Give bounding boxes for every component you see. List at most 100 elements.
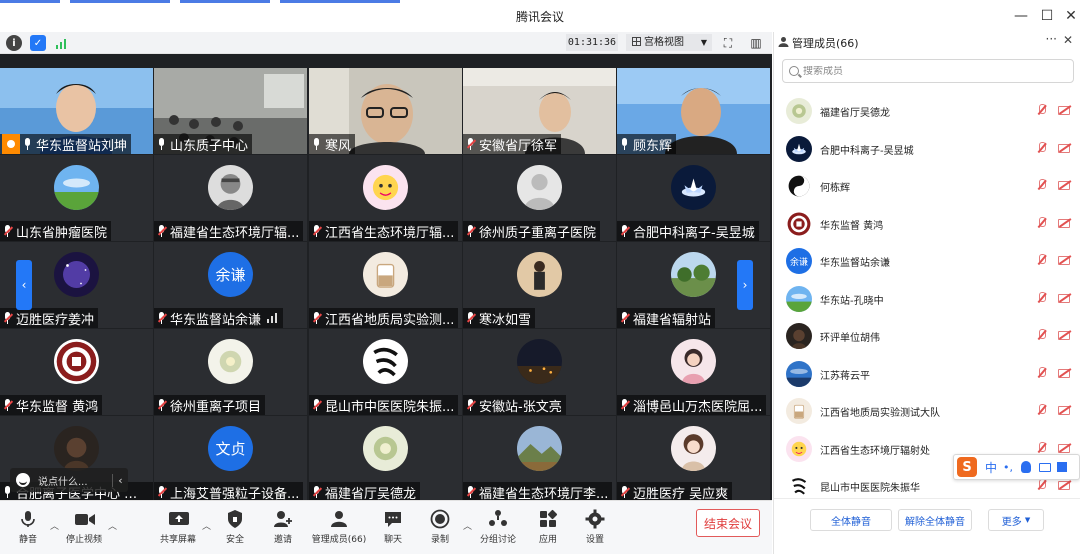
mute-button[interactable]: 静音	[0, 509, 56, 549]
emoji-icon[interactable]	[16, 473, 30, 487]
panel-toggle-icon[interactable]: ▥	[748, 35, 764, 51]
avatar	[363, 339, 408, 384]
participant-tile[interactable]: 文贞 上海艾普强粒子设备...	[154, 416, 307, 502]
participant-tile[interactable]: 福建省生态环境厅辐...	[154, 155, 307, 241]
unmute-all-button[interactable]: 解除全体静音	[898, 509, 972, 531]
info-icon[interactable]: i	[6, 35, 22, 51]
microphone-muted-icon[interactable]	[1036, 103, 1048, 117]
camera-off-icon[interactable]	[1058, 292, 1072, 303]
next-page-button[interactable]: ›	[737, 260, 753, 310]
member-row[interactable]: 何栋辉	[774, 167, 1074, 204]
member-row[interactable]: 合肥中科离子-吴昱城	[774, 130, 1074, 167]
participant-tile[interactable]: 淄博邑山万杰医院屈...	[617, 329, 770, 415]
members-button[interactable]: 管理成员(66)	[310, 509, 368, 549]
camera-off-icon[interactable]	[1058, 179, 1072, 190]
participant-tile[interactable]: 福建省生态环境厅李...	[463, 416, 616, 502]
microphone-muted-icon[interactable]	[1036, 253, 1048, 267]
record-button[interactable]: 录制	[412, 509, 468, 549]
search-input[interactable]	[803, 65, 1053, 77]
camera-off-icon[interactable]	[1058, 254, 1072, 265]
camera-off-icon[interactable]	[1058, 329, 1072, 340]
camera-off-icon[interactable]	[1058, 479, 1072, 490]
microphone-muted-icon[interactable]	[1036, 441, 1048, 455]
participant-tile[interactable]: 安徽站-张文亮	[463, 329, 616, 415]
participant-tile[interactable]: 昆山市中医医院朱振...	[309, 329, 462, 415]
microphone-muted-icon[interactable]	[1036, 291, 1048, 305]
chat-quick-input[interactable]: 说点什么... ‹	[10, 468, 128, 492]
participant-tile[interactable]: 山东质子中心	[154, 68, 307, 154]
minimize-button[interactable]: —	[1008, 4, 1034, 28]
camera-off-icon[interactable]	[1058, 142, 1072, 153]
voice-input-icon[interactable]	[1021, 461, 1032, 473]
breakout-label: 分组讨论	[479, 535, 516, 545]
microphone-muted-icon[interactable]	[1036, 216, 1048, 230]
chevron-up-icon[interactable]: ︿	[108, 519, 117, 532]
participant-label: 昆山市中医医院朱振...	[309, 395, 459, 415]
window-title: 腾讯会议	[515, 10, 564, 24]
participant-tile[interactable]: 福建省厅吴德龙	[309, 416, 462, 502]
avatar	[786, 323, 812, 349]
participant-tile[interactable]: 顾东辉	[617, 68, 770, 154]
settings-button[interactable]: 设置	[567, 509, 623, 549]
prev-page-button[interactable]: ‹	[16, 260, 32, 310]
member-row[interactable]: 福建省厅吴德龙	[774, 92, 1074, 129]
breakout-button[interactable]: 分组讨论	[470, 509, 526, 549]
shield-icon[interactable]: ✓	[30, 35, 46, 51]
microphone-muted-icon[interactable]	[1036, 328, 1048, 342]
close-icon[interactable]: ✕	[1063, 33, 1073, 47]
participant-tile[interactable]: 徐州质子重离子医院	[463, 155, 616, 241]
microphone-muted-icon[interactable]	[1036, 403, 1048, 417]
member-row[interactable]: 余谦 华东监督站余谦	[774, 242, 1074, 279]
participant-tile[interactable]: 山东省肿瘤医院	[0, 155, 153, 241]
microphone-muted-icon[interactable]	[1036, 478, 1048, 492]
share-screen-button[interactable]: 共享屏幕	[150, 509, 206, 549]
maximize-button[interactable]: ☐	[1034, 4, 1060, 28]
end-meeting-button[interactable]: 结束会议	[696, 509, 760, 537]
toolbox-icon[interactable]	[1057, 462, 1068, 472]
fullscreen-icon[interactable]: ⛶	[720, 35, 736, 51]
camera-off-icon[interactable]	[1058, 367, 1072, 378]
participant-tile[interactable]: 余谦 华东监督站余谦	[154, 242, 307, 328]
camera-off-icon[interactable]	[1058, 442, 1072, 453]
invite-button[interactable]: 邀请	[255, 509, 311, 549]
participant-name: 安徽省厅徐军	[479, 138, 558, 154]
microphone-muted-icon	[619, 398, 631, 412]
participant-label: 山东质子中心	[154, 134, 253, 154]
camera-off-icon[interactable]	[1058, 404, 1072, 415]
ime-toolbar[interactable]: S 中 •,	[953, 454, 1080, 480]
participant-tile[interactable]: 徐州重离子项目	[154, 329, 307, 415]
more-options-icon[interactable]: ···	[1046, 32, 1057, 46]
participant-tile[interactable]: 江西省地质局实验测...	[309, 242, 462, 328]
avatar	[54, 339, 99, 384]
keyboard-icon[interactable]	[1039, 462, 1052, 472]
participant-tile[interactable]: 寒冰如雪	[463, 242, 616, 328]
participant-tile[interactable]: 安徽省厅徐军	[463, 68, 616, 154]
more-button[interactable]: 更多 ▼	[988, 509, 1044, 531]
member-row[interactable]: 华东站-孔晓中	[774, 280, 1074, 317]
stop-video-button[interactable]: 停止视频	[56, 509, 112, 549]
member-row[interactable]: 江西省地质局实验测试大队	[774, 392, 1074, 429]
network-signal-icon[interactable]	[54, 35, 70, 51]
participant-tile[interactable]: 寒风	[309, 68, 462, 154]
participant-tile[interactable]: 华东监督站刘坤	[0, 68, 153, 154]
chevron-left-icon[interactable]: ‹	[112, 473, 128, 487]
camera-off-icon[interactable]	[1058, 217, 1072, 228]
participant-tile[interactable]: 合肥中科离子-吴昱城	[617, 155, 770, 241]
ime-language[interactable]: 中	[985, 459, 997, 476]
participant-tile[interactable]: 江西省生态环境厅辐...	[309, 155, 462, 241]
participant-tile[interactable]: 华东监督 黄鸿	[0, 329, 153, 415]
member-row[interactable]: 环评单位胡伟	[774, 317, 1074, 354]
punctuation-icon[interactable]: •,	[1003, 461, 1013, 474]
participant-tile[interactable]: 迈胜医疗 吴应爽	[617, 416, 770, 502]
view-mode-selector[interactable]: 宫格视图 ▼	[626, 34, 712, 51]
member-row[interactable]: 江苏蒋云平	[774, 355, 1074, 392]
camera-off-icon[interactable]	[1058, 104, 1072, 115]
settings-label: 设置	[585, 535, 604, 545]
microphone-muted-icon[interactable]	[1036, 178, 1048, 192]
close-window-button[interactable]: ✕	[1058, 4, 1080, 28]
member-search[interactable]	[782, 59, 1074, 83]
member-row[interactable]: 华东监督 黄鸿	[774, 205, 1074, 242]
microphone-muted-icon[interactable]	[1036, 366, 1048, 380]
mute-all-button[interactable]: 全体静音	[810, 509, 892, 531]
microphone-muted-icon[interactable]	[1036, 141, 1048, 155]
